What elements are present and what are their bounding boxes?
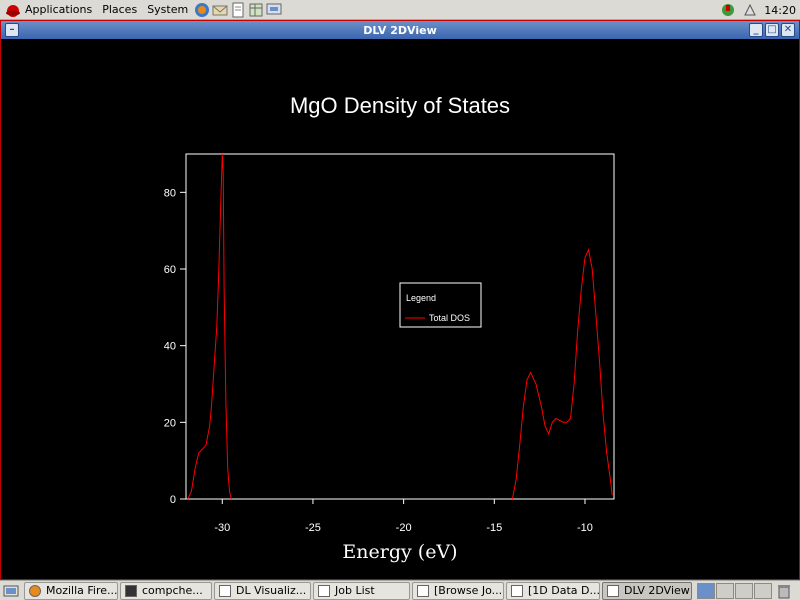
y-tick-label: 20 xyxy=(164,417,176,429)
clock[interactable]: 14:20 xyxy=(764,4,796,17)
workspace-2[interactable] xyxy=(716,582,734,599)
legend-series-label: Total DOS xyxy=(429,313,470,323)
y-tick-label: 40 xyxy=(164,341,176,353)
minimize-button[interactable]: _ xyxy=(749,23,763,37)
firefox-icon xyxy=(29,584,41,597)
places-menu-label: Places xyxy=(102,3,138,16)
taskbar-item[interactable]: DLV 2DView xyxy=(602,581,692,600)
taskbar-item[interactable]: compche... xyxy=(120,581,212,600)
window-title: DLV 2DView xyxy=(363,23,437,37)
applications-menu[interactable]: Applications xyxy=(0,0,97,20)
series-line-total-dos xyxy=(511,248,613,500)
minimize-icon: _ xyxy=(753,24,759,35)
plot-area: MgO Density of States -30 -25 -20 -15 -10 0 20… xyxy=(1,39,799,579)
x-tick-label: -20 xyxy=(396,522,412,534)
taskbar-item[interactable]: DL Visualiz... xyxy=(214,581,311,600)
y-tick-label: 0 xyxy=(170,494,176,506)
terminal-icon xyxy=(125,584,137,597)
update-notifier-icon[interactable] xyxy=(720,2,736,18)
maximize-icon: □ xyxy=(767,24,777,35)
x-tick-label: -10 xyxy=(577,522,593,534)
system-menu-label: System xyxy=(147,3,189,16)
taskbar-item-label: Job List xyxy=(335,584,375,597)
workspace-switcher xyxy=(696,582,772,599)
taskbar-item-label: [Browse Jo... xyxy=(434,584,503,597)
trash-icon[interactable] xyxy=(776,583,792,599)
chart-title: MgO Density of States xyxy=(290,93,510,118)
x-tick-label: -25 xyxy=(305,522,321,534)
dlv-2dview-window: – DLV 2DView _ □ ✕ MgO Density of States… xyxy=(0,20,800,580)
series-line-total-dos xyxy=(187,153,232,500)
network-icon[interactable] xyxy=(742,2,758,18)
workspace-3[interactable] xyxy=(735,582,753,599)
workspace-1[interactable] xyxy=(697,582,715,599)
legend: Legend Total DOS xyxy=(399,282,482,328)
window-icon xyxy=(318,584,330,597)
window-icon xyxy=(219,584,231,597)
window-icon xyxy=(417,584,429,597)
dos-chart: MgO Density of States -30 -25 -20 -15 -10 0 20… xyxy=(164,93,615,563)
taskbar-item[interactable]: Job List xyxy=(313,581,410,600)
system-menu[interactable]: System xyxy=(142,0,193,20)
window-icon xyxy=(511,584,523,597)
show-desktop-icon[interactable] xyxy=(2,582,20,600)
taskbar: Mozilla Fire... compche... DL Visualiz... J… xyxy=(0,580,800,600)
mail-launcher-icon[interactable] xyxy=(212,2,228,18)
close-icon: ✕ xyxy=(783,24,793,35)
taskbar-item[interactable]: [Browse Jo... xyxy=(412,581,504,600)
presentation-launcher-icon[interactable] xyxy=(266,2,282,18)
taskbar-item[interactable]: Mozilla Fire... xyxy=(24,581,118,600)
taskbar-item-label: compche... xyxy=(142,584,203,597)
x-tick-label: -30 xyxy=(214,522,230,534)
taskbar-item[interactable]: [1D Data D... xyxy=(506,581,600,600)
spreadsheet-launcher-icon[interactable] xyxy=(248,2,264,18)
taskbar-item-label: DLV 2DView xyxy=(624,584,690,597)
window-menu-button[interactable]: – xyxy=(5,23,19,37)
window-titlebar[interactable]: – DLV 2DView _ □ ✕ xyxy=(1,21,799,39)
taskbar-item-label: [1D Data D... xyxy=(528,584,600,597)
taskbar-item-label: DL Visualiz... xyxy=(236,584,307,597)
top-panel: Applications Places System 14:20 xyxy=(0,0,800,20)
y-tick-label: 80 xyxy=(164,187,176,199)
workspace-4[interactable] xyxy=(754,582,772,599)
y-tick-label: 60 xyxy=(164,264,176,276)
maximize-button[interactable]: □ xyxy=(765,23,779,37)
redhat-icon xyxy=(6,4,20,17)
places-menu[interactable]: Places xyxy=(97,0,142,20)
applications-menu-label: Applications xyxy=(25,3,93,16)
close-button[interactable]: ✕ xyxy=(781,23,795,37)
browser-launcher-icon[interactable] xyxy=(194,2,210,18)
document-launcher-icon[interactable] xyxy=(230,2,246,18)
window-icon xyxy=(607,584,619,597)
window-menu-icon: – xyxy=(9,24,15,35)
taskbar-item-label: Mozilla Fire... xyxy=(46,584,118,597)
x-axis-label: Energy (eV) xyxy=(342,541,457,563)
x-tick-label: -15 xyxy=(486,522,502,534)
legend-title: Legend xyxy=(406,293,436,303)
